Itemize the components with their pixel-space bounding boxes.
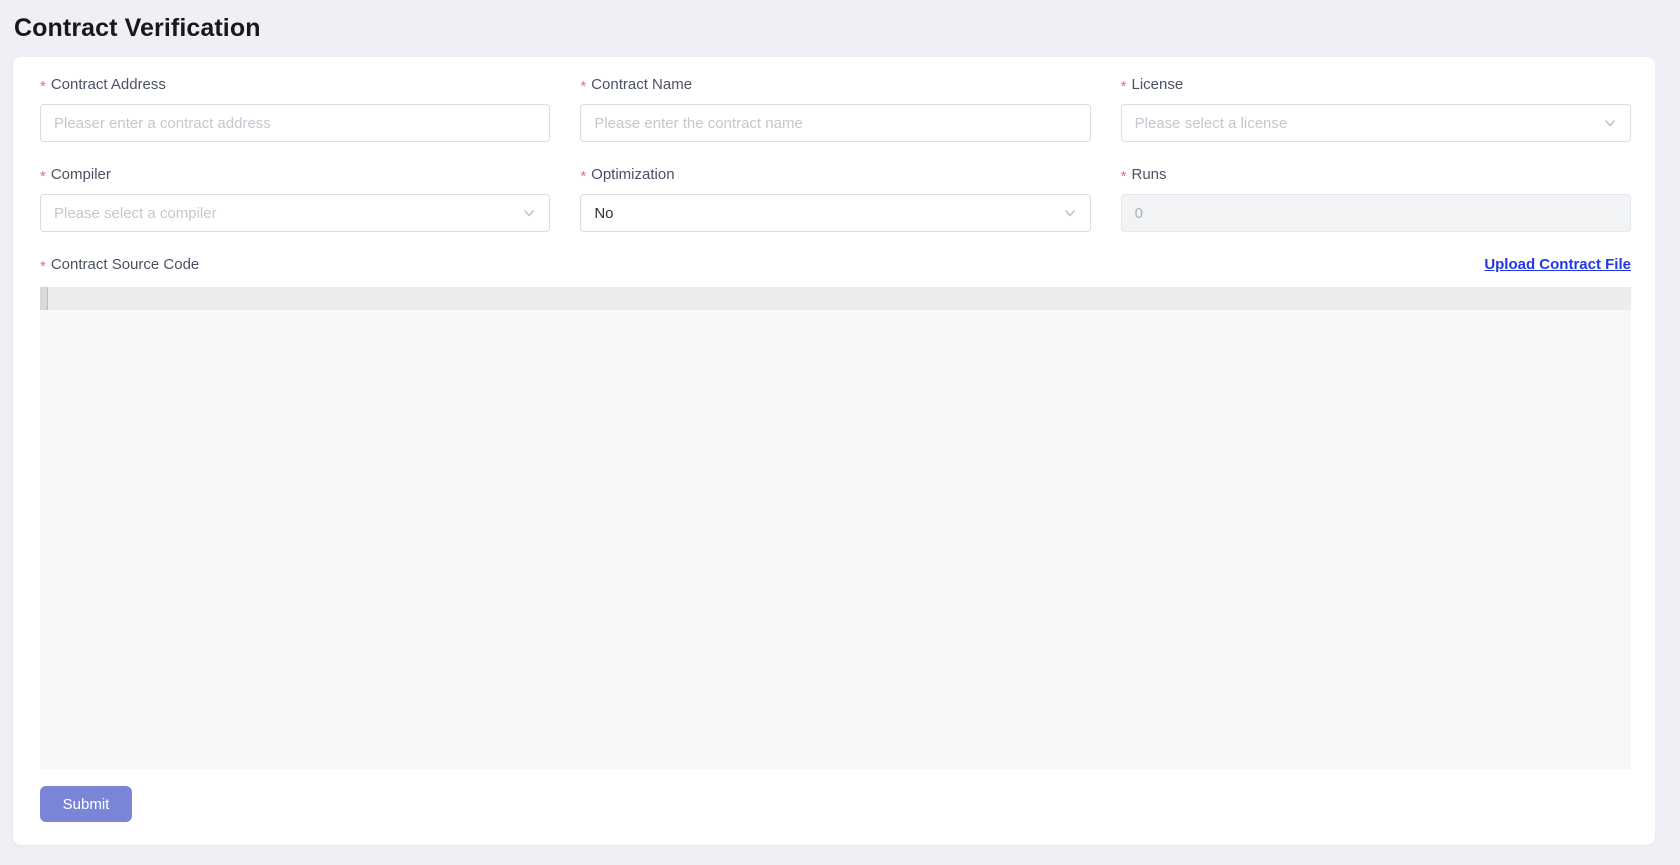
contract-verification-card: * Contract Address * Contract Name * Lic… (13, 57, 1655, 845)
contract-name-label-text: Contract Name (591, 76, 692, 93)
source-code-label-text: Contract Source Code (51, 256, 199, 273)
submit-button[interactable]: Submit (40, 786, 132, 822)
required-icon: * (1121, 165, 1127, 184)
compiler-select[interactable]: Please select a compiler (40, 194, 550, 232)
optimization-label-text: Optimization (591, 166, 674, 183)
required-icon: * (40, 165, 46, 184)
required-icon: * (1121, 75, 1127, 94)
required-icon: * (40, 255, 46, 274)
editor-active-line (40, 287, 1631, 310)
contract-name-input[interactable] (580, 104, 1090, 142)
contract-name-label: * Contract Name (580, 75, 1090, 94)
runs-label-text: Runs (1132, 166, 1167, 183)
page-header: Contract Verification (0, 0, 1680, 57)
upload-contract-file-link[interactable]: Upload Contract File (1484, 256, 1631, 273)
field-contract-address: * Contract Address (40, 75, 550, 142)
compiler-select-placeholder: Please select a compiler (54, 205, 217, 222)
editor-cursor-icon (47, 287, 48, 310)
runs-label: * Runs (1121, 165, 1631, 184)
runs-input (1121, 194, 1631, 232)
form-grid: * Contract Address * Contract Name * Lic… (40, 75, 1631, 232)
optimization-select[interactable]: No (580, 194, 1090, 232)
contract-address-label: * Contract Address (40, 75, 550, 94)
optimization-select-value: No (594, 205, 613, 222)
chevron-down-icon (522, 206, 536, 220)
chevron-down-icon (1603, 116, 1617, 130)
license-select[interactable]: Please select a license (1121, 104, 1631, 142)
optimization-label: * Optimization (580, 165, 1090, 184)
field-compiler: * Compiler Please select a compiler (40, 165, 550, 232)
submit-row: Submit (40, 786, 1631, 822)
required-icon: * (40, 75, 46, 94)
source-code-label: * Contract Source Code (40, 255, 199, 274)
field-contract-name: * Contract Name (580, 75, 1090, 142)
license-select-placeholder: Please select a license (1135, 115, 1288, 132)
page-title: Contract Verification (14, 14, 261, 43)
license-label-text: License (1132, 76, 1184, 93)
source-code-section: * Contract Source Code Upload Contract F… (40, 255, 1631, 769)
compiler-label: * Compiler (40, 165, 550, 184)
source-code-header: * Contract Source Code Upload Contract F… (40, 255, 1631, 274)
source-code-editor[interactable] (40, 287, 1631, 769)
required-icon: * (580, 165, 586, 184)
contract-address-label-text: Contract Address (51, 76, 166, 93)
compiler-label-text: Compiler (51, 166, 111, 183)
field-runs: * Runs (1121, 165, 1631, 232)
required-icon: * (580, 75, 586, 94)
field-license: * License Please select a license (1121, 75, 1631, 142)
field-optimization: * Optimization No (580, 165, 1090, 232)
contract-address-input[interactable] (40, 104, 550, 142)
chevron-down-icon (1063, 206, 1077, 220)
license-label: * License (1121, 75, 1631, 94)
editor-gutter (40, 287, 47, 310)
